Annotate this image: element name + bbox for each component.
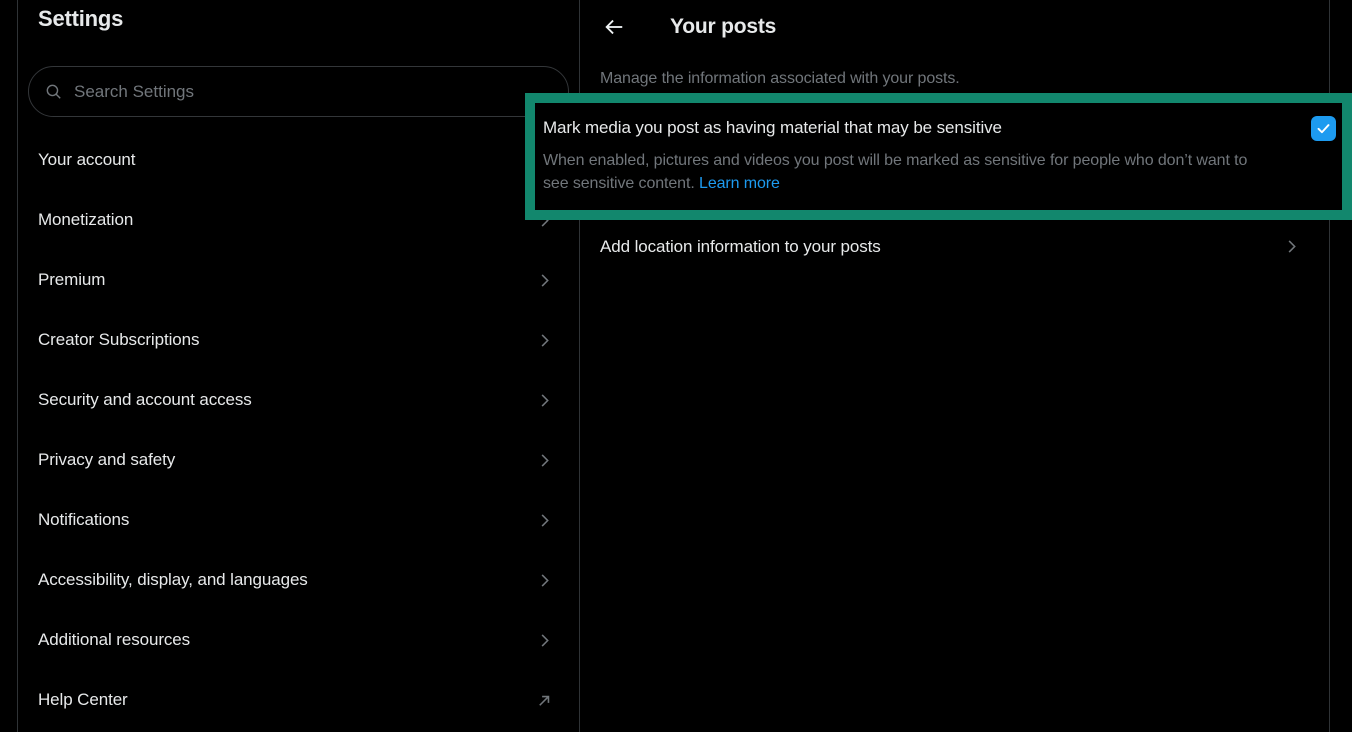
sidebar-item-notifications[interactable]: Notifications (18, 490, 579, 550)
arrow-left-icon (603, 16, 625, 38)
sidebar-item-label: Creator Subscriptions (38, 330, 199, 350)
sidebar-item-accessibility[interactable]: Accessibility, display, and languages (18, 550, 579, 610)
panel-header: Your posts (580, 0, 1329, 53)
sensitive-media-description: When enabled, pictures and videos you po… (543, 149, 1275, 195)
sidebar-item-security[interactable]: Security and account access (18, 370, 579, 430)
add-location-label: Add location information to your posts (600, 237, 881, 257)
back-button[interactable] (596, 9, 632, 45)
sidebar-item-label: Security and account access (38, 390, 252, 410)
sidebar-item-label: Privacy and safety (38, 450, 175, 470)
chevron-right-icon (535, 331, 554, 350)
chevron-right-icon (535, 631, 554, 650)
sidebar-nav: Your account Monetization Premium Creato… (18, 130, 579, 730)
learn-more-link[interactable]: Learn more (699, 175, 780, 192)
sidebar-item-privacy[interactable]: Privacy and safety (18, 430, 579, 490)
sidebar-title: Settings (38, 6, 123, 32)
search-input[interactable] (74, 82, 552, 102)
sidebar-item-label: Your account (38, 150, 135, 170)
sidebar-item-label: Accessibility, display, and languages (38, 570, 308, 590)
sidebar-item-label: Premium (38, 270, 105, 290)
sidebar-item-monetization[interactable]: Monetization (18, 190, 579, 250)
sidebar-item-label: Notifications (38, 510, 129, 530)
page-subtitle: Manage the information associated with y… (600, 70, 960, 88)
chevron-right-icon (535, 391, 554, 410)
sidebar-item-premium[interactable]: Premium (18, 250, 579, 310)
chevron-right-icon (535, 451, 554, 470)
search-icon (45, 83, 62, 100)
sidebar-item-label: Monetization (38, 210, 133, 230)
page-title: Your posts (670, 15, 776, 39)
settings-page: Settings Your account Monetization Premi… (0, 0, 1352, 732)
sidebar-item-help-center[interactable]: Help Center (18, 670, 579, 730)
checkmark-icon (1316, 121, 1331, 136)
chevron-right-icon (1282, 237, 1301, 256)
add-location-row[interactable]: Add location information to your posts (580, 220, 1329, 273)
sidebar-item-additional-resources[interactable]: Additional resources (18, 610, 579, 670)
chevron-right-icon (535, 271, 554, 290)
sensitive-media-checkbox[interactable] (1311, 116, 1336, 141)
chevron-right-icon (535, 511, 554, 530)
chevron-right-icon (535, 571, 554, 590)
sidebar-item-your-account[interactable]: Your account (18, 130, 579, 190)
sidebar-item-label: Additional resources (38, 630, 190, 650)
sidebar-item-label: Help Center (38, 690, 128, 710)
description-text: When enabled, pictures and videos you po… (543, 152, 1247, 192)
sidebar-item-creator-subscriptions[interactable]: Creator Subscriptions (18, 310, 579, 370)
highlight-annotation-sensitive-media-row: Mark media you post as having material t… (525, 93, 1352, 220)
arrow-up-right-icon (535, 691, 554, 710)
search-box[interactable] (28, 66, 569, 117)
settings-sidebar: Settings Your account Monetization Premi… (18, 0, 579, 732)
sensitive-media-title: Mark media you post as having material t… (543, 118, 1002, 138)
